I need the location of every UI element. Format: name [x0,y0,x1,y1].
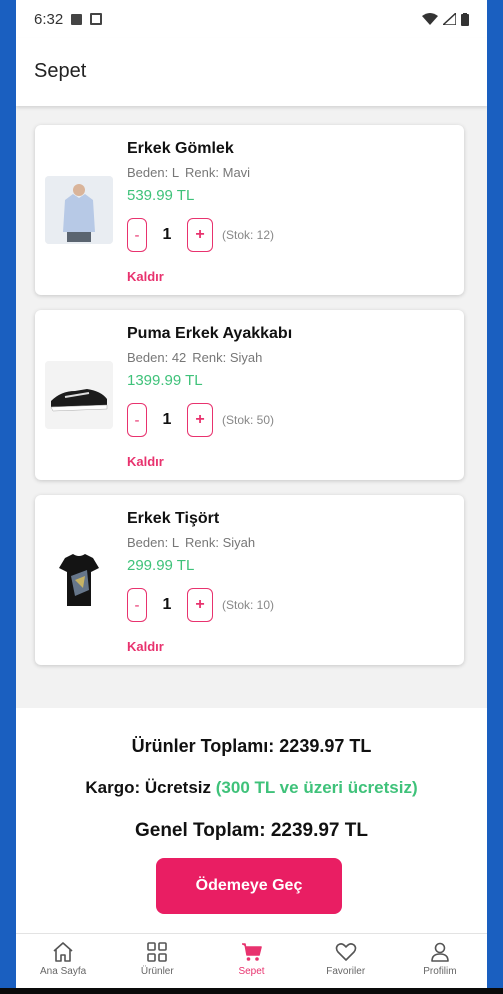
remove-item-button[interactable]: Kaldır [127,454,164,469]
cart-item-card: Erkek Tişört Beden: L Renk: Siyah 299.99 … [35,495,464,665]
product-name: Erkek Gömlek [127,140,234,157]
increase-quantity-button[interactable]: + [187,403,213,437]
quantity-stepper: - 1 + (Stok: 12) [127,217,274,253]
system-nav-bar [0,988,503,994]
nav-label: Ürünler [140,966,174,977]
product-image-shirt[interactable] [45,176,113,244]
products-total: Ürünler Toplamı: 2239.97 TL [131,736,372,756]
cart-item-card: Erkek Gömlek Beden: L Renk: Mavi 539.99 T… [35,125,464,295]
nav-item-cart[interactable]: Sepet [204,934,298,988]
decrease-quantity-button[interactable]: - [127,218,147,252]
app-bar: Sepet [16,38,487,106]
heart-icon [335,943,356,961]
person-icon [431,942,449,962]
home-icon [53,942,73,962]
quantity-stepper: - 1 + (Stok: 50) [127,402,274,438]
product-price: 299.99 TL [127,557,195,574]
increase-quantity-button[interactable]: + [187,588,213,622]
product-attributes: Beden: L Renk: Mavi [127,165,256,180]
status-bar: 6:32 [16,0,487,38]
product-color: Renk: Mavi [185,165,251,180]
product-size: Beden: L [127,535,180,550]
product-image-tshirt[interactable] [45,546,113,614]
signal-icon [443,13,456,25]
nav-label: Profilim [423,966,457,977]
decrease-quantity-button[interactable]: - [127,588,147,622]
quantity-stepper: - 1 + (Stok: 10) [127,587,274,623]
nav-item-home[interactable]: Ana Sayfa [16,934,110,988]
nav-item-favorites[interactable]: Favoriler [299,934,393,988]
grid-icon [147,942,168,962]
quantity-value: 1 [162,411,172,428]
nav-item-products[interactable]: Ürünler [110,934,204,988]
product-size: Beden: L [127,165,180,180]
product-color: Renk: Siyah [192,350,263,365]
status-time: 6:32 [34,10,64,28]
stock-info: (Stok: 10) [222,598,275,612]
free-shipping-note: (300 TL ve üzeri ücretsiz) [215,778,418,797]
product-color: Renk: Siyah [185,535,256,550]
product-price: 1399.99 TL [127,372,203,389]
product-attributes: Beden: L Renk: Siyah [127,535,261,550]
bottom-navigation: Ana Sayfa Ürünler Sepet Favoriler Profil… [16,933,487,988]
nav-label: Sepet [238,966,265,977]
stock-info: (Stok: 50) [222,413,275,427]
product-price: 539.99 TL [127,187,195,204]
quantity-value: 1 [162,596,172,613]
nav-label: Favoriler [326,966,366,977]
battery-icon [461,12,469,26]
remove-item-button[interactable]: Kaldır [127,639,164,654]
shipping-label: Kargo: Ücretsiz [85,778,212,797]
product-name: Erkek Tişört [127,510,220,527]
product-size: Beden: 42 [127,350,187,365]
checkout-button[interactable]: Ödemeye Geç [156,858,342,914]
stock-info: (Stok: 12) [222,228,275,242]
increase-quantity-button[interactable]: + [187,218,213,252]
order-summary: Ürünler Toplamı: 2239.97 TL Kargo: Ücret… [16,708,487,933]
cart-icon [241,943,262,961]
sd-card-icon [71,13,83,25]
decrease-quantity-button[interactable]: - [127,403,147,437]
cart-item-card: Puma Erkek Ayakkabı Beden: 42 Renk: Siyah… [35,310,464,480]
product-attributes: Beden: 42 Renk: Siyah [127,350,268,365]
nav-item-profile[interactable]: Profilim [393,934,487,988]
product-image-shoe[interactable] [45,361,113,429]
page-title: Sepet [34,60,87,82]
phone-screen: 6:32 Sepet Erkek Gömlek Beden: L Renk: Ma… [16,0,487,988]
quantity-value: 1 [162,226,172,243]
product-name: Puma Erkek Ayakkabı [127,325,293,342]
remove-item-button[interactable]: Kaldır [127,269,164,284]
wifi-icon [422,13,438,25]
notification-icon [90,13,103,25]
shipping-info: Kargo: Ücretsiz (300 TL ve üzeri ücretsi… [16,778,487,798]
grand-total: Genel Toplam: 2239.97 TL [134,820,368,841]
nav-label: Ana Sayfa [40,966,87,977]
